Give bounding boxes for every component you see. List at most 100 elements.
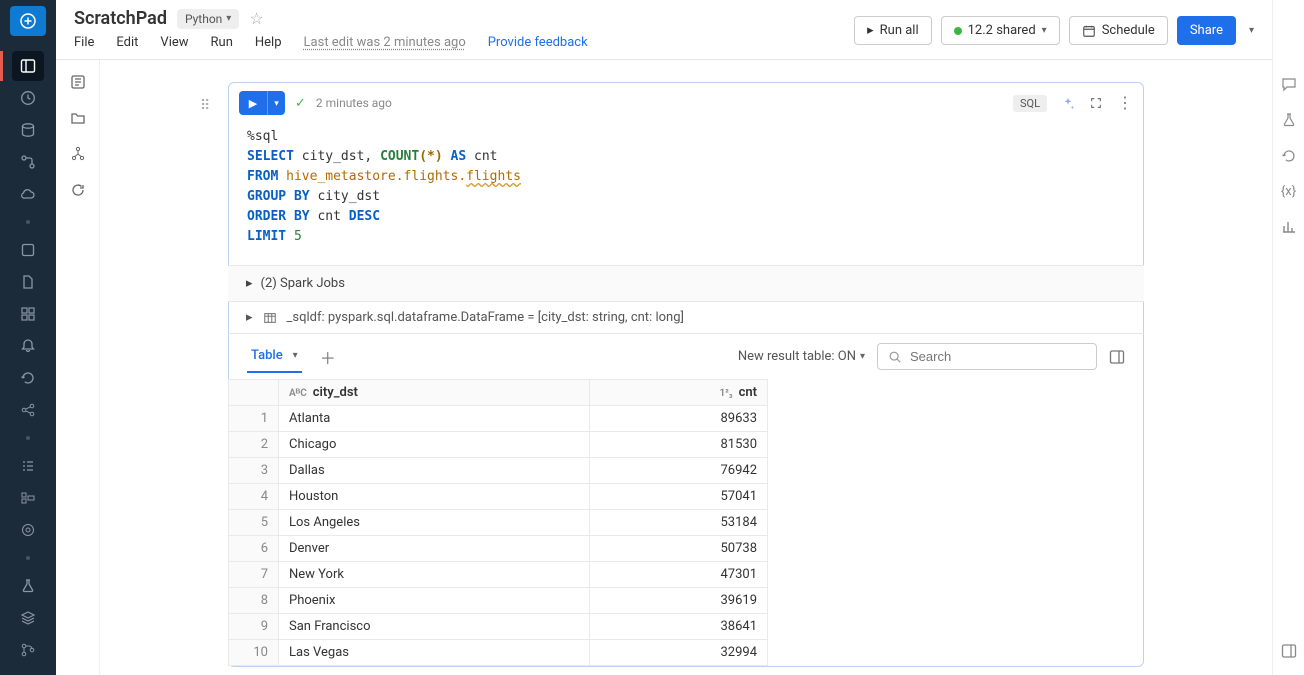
table-row[interactable]: 6Denver50738 — [229, 536, 768, 562]
history-icon[interactable] — [1281, 148, 1297, 164]
sparkle-icon[interactable] — [1061, 96, 1075, 110]
nav-item-a[interactable] — [12, 235, 44, 265]
nav-item-e[interactable] — [12, 451, 44, 481]
nav-item-i[interactable] — [12, 635, 44, 665]
table-row[interactable]: 5Los Angeles53184 — [229, 510, 768, 536]
bell-icon — [20, 338, 36, 354]
panel-icon — [20, 58, 36, 74]
cell-city: Los Angeles — [279, 510, 590, 536]
cell-cnt: 81530 — [590, 432, 768, 458]
run-cell-button[interactable]: ▶ — [239, 91, 267, 115]
expand-icon[interactable] — [1089, 96, 1103, 110]
nav-item-f[interactable] — [12, 483, 44, 513]
table-row[interactable]: 9San Francisco38641 — [229, 614, 768, 640]
column-header-city[interactable]: AᴮCcity_dst — [279, 380, 590, 406]
table-row[interactable]: 8Phoenix39619 — [229, 588, 768, 614]
cell-city: Phoenix — [279, 588, 590, 614]
feedback-link[interactable]: Provide feedback — [488, 35, 588, 50]
nav-alerts[interactable] — [12, 331, 44, 361]
cell-more-menu[interactable]: ⋮ — [1117, 98, 1133, 108]
chart-icon[interactable] — [1281, 219, 1297, 235]
refresh-icon[interactable] — [70, 182, 86, 198]
toggle-label: New result table: ON — [738, 349, 856, 364]
menu-file[interactable]: File — [74, 35, 94, 50]
dataframe-schema-row[interactable]: ▸ _sqldf: pyspark.sql.dataframe.DataFram… — [228, 302, 1144, 334]
nav-item-g[interactable] — [12, 515, 44, 545]
table-header-row: AᴮCcity_dst 1²₃cnt — [229, 380, 768, 406]
cell-cnt: 89633 — [590, 406, 768, 432]
cell-city: San Francisco — [279, 614, 590, 640]
code-editor[interactable]: %sql SELECT city_dst, COUNT(*) AS cnt FR… — [229, 123, 1143, 265]
variables-icon[interactable]: {x} — [1281, 184, 1296, 199]
cell-cnt: 76942 — [590, 458, 768, 484]
chevron-down-icon: ▾ — [226, 13, 231, 24]
cell-drag-handle[interactable]: ⠿ — [200, 98, 208, 114]
calendar-icon — [1082, 24, 1096, 38]
cell-city: Las Vegas — [279, 640, 590, 666]
result-search[interactable] — [877, 343, 1097, 370]
cell-city: Denver — [279, 536, 590, 562]
number-type-icon: 1²₃ — [719, 388, 732, 399]
blocks-icon — [20, 490, 36, 506]
nav-item-d[interactable] — [12, 395, 44, 425]
menu-run[interactable]: Run — [211, 35, 233, 50]
cluster-selector[interactable]: 12.2 shared ▾ — [941, 16, 1060, 45]
row-number: 7 — [229, 562, 279, 588]
table-row[interactable]: 2Chicago81530 — [229, 432, 768, 458]
spark-jobs-row[interactable]: ▸ (2) Spark Jobs — [228, 265, 1144, 302]
table-row[interactable]: 10Las Vegas32994 — [229, 640, 768, 666]
tab-table[interactable]: Table ▾ — [247, 340, 302, 373]
flow-icon — [20, 154, 36, 170]
add-result-tab[interactable]: ＋ — [320, 345, 336, 369]
table-icon — [263, 311, 277, 325]
menu-help[interactable]: Help — [255, 35, 282, 50]
nav-compute[interactable] — [12, 179, 44, 209]
check-icon: ✓ — [295, 96, 306, 111]
last-edit-label[interactable]: Last edit was 2 minutes ago — [304, 35, 466, 50]
table-row[interactable]: 7New York47301 — [229, 562, 768, 588]
schedule-button[interactable]: Schedule — [1069, 16, 1168, 45]
table-row[interactable]: 1Atlanta89633 — [229, 406, 768, 432]
nav-history[interactable] — [12, 363, 44, 393]
nav-item-c[interactable] — [12, 299, 44, 329]
flask-icon[interactable] — [1281, 112, 1297, 128]
nav-workflows[interactable] — [12, 147, 44, 177]
nav-workspace[interactable] — [12, 51, 44, 81]
menu-view[interactable]: View — [160, 35, 188, 50]
folder-icon[interactable] — [70, 110, 86, 126]
tree-icon[interactable] — [70, 146, 86, 162]
run-all-button[interactable]: ▸ Run all — [854, 16, 932, 45]
chevron-down-icon: ▾ — [1042, 25, 1047, 36]
language-selector[interactable]: Python ▾ — [177, 9, 239, 29]
box-icon — [20, 242, 36, 258]
share-button[interactable]: Share — [1177, 16, 1236, 45]
new-button[interactable] — [10, 6, 46, 36]
layers-icon — [20, 610, 36, 626]
panel-icon[interactable] — [1281, 643, 1297, 659]
column-header-cnt[interactable]: 1²₃cnt — [590, 380, 768, 406]
table-row[interactable]: 3Dallas76942 — [229, 458, 768, 484]
favorite-star[interactable]: ☆ — [249, 9, 263, 28]
nav-experiments[interactable] — [12, 571, 44, 601]
run-cell-menu[interactable]: ▾ — [267, 91, 285, 115]
row-number: 6 — [229, 536, 279, 562]
notebook-title[interactable]: ScratchPad — [74, 8, 167, 29]
cell-city: Dallas — [279, 458, 590, 484]
cell-language-badge[interactable]: SQL — [1013, 95, 1047, 112]
search-input[interactable] — [910, 349, 1086, 364]
cell-toolbar: ▶ ▾ ✓ 2 minutes ago SQL ⋮ — [229, 83, 1143, 123]
cell-status-time: 2 minutes ago — [316, 96, 392, 110]
clock-icon — [20, 90, 36, 106]
table-row[interactable]: 4Houston57041 — [229, 484, 768, 510]
play-icon: ▸ — [867, 23, 874, 38]
result-table-toggle[interactable]: New result table: ON ▾ — [738, 349, 865, 364]
menu-edit[interactable]: Edit — [116, 35, 138, 50]
outline-icon[interactable] — [70, 74, 86, 90]
comment-icon[interactable] — [1281, 76, 1297, 92]
nav-data[interactable] — [12, 115, 44, 145]
nav-item-h[interactable] — [12, 603, 44, 633]
layout-toggle-icon[interactable] — [1109, 349, 1125, 365]
more-menu[interactable]: ▾ — [1249, 25, 1254, 36]
nav-item-b[interactable] — [12, 267, 44, 297]
nav-recents[interactable] — [12, 83, 44, 113]
